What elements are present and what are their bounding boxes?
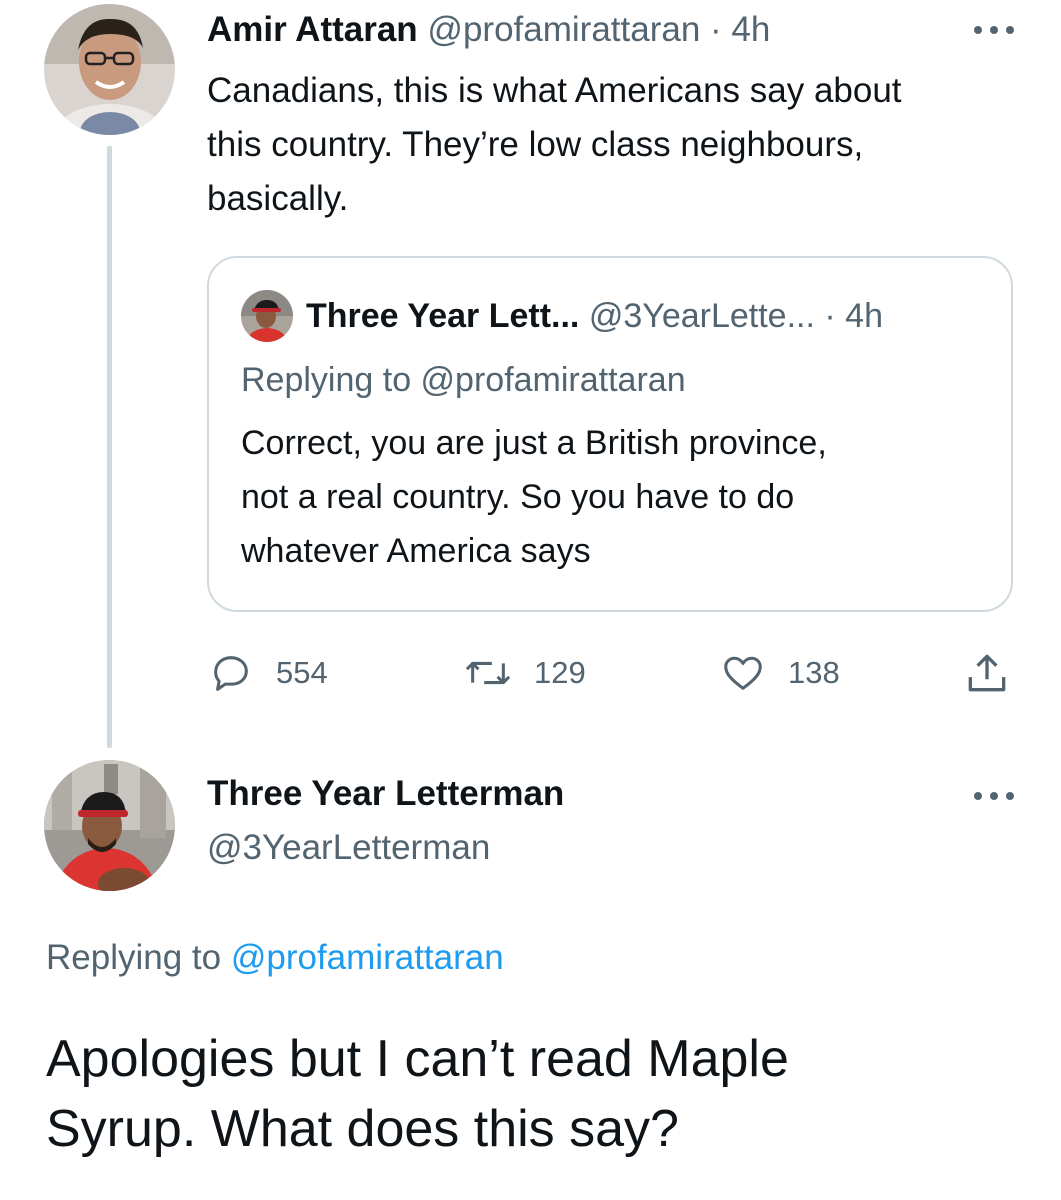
- quoted-tweet-text: Correct, you are just a British province…: [241, 424, 827, 570]
- share-button[interactable]: [962, 648, 1012, 698]
- quoted-author-handle: @3YearLette...: [588, 297, 815, 335]
- retweet-icon: [465, 661, 511, 685]
- reply-author-avatar[interactable]: [44, 760, 175, 891]
- quoted-avatar-image: [241, 290, 293, 342]
- replying-to-label: Replying to: [46, 938, 222, 977]
- thread-connector-line: [107, 146, 112, 748]
- quoted-tweet-header: Three Year Lett... @3YearLette... · 4h: [306, 294, 883, 338]
- author-avatar[interactable]: [44, 4, 175, 135]
- replying-to-line: Replying to @profamirattaran: [46, 936, 504, 980]
- quoted-author-name: Three Year Lett...: [306, 297, 580, 335]
- author-name[interactable]: Amir Attaran: [207, 10, 418, 49]
- retweet-button[interactable]: 129: [462, 648, 586, 698]
- reply-count: 554: [276, 655, 328, 690]
- quoted-author-avatar: [241, 290, 293, 342]
- more-horizontal-icon[interactable]: [974, 790, 1014, 802]
- quoted-header-separator: ·: [824, 297, 836, 335]
- quoted-timestamp: 4h: [845, 297, 883, 335]
- like-button[interactable]: 138: [720, 648, 840, 698]
- replying-to-handle-link[interactable]: @profamirattaran: [231, 938, 504, 977]
- header-separator: ·: [710, 10, 722, 49]
- tweet-body-text: Canadians, this is what Americans say ab…: [207, 71, 902, 218]
- reply-author-name[interactable]: Three Year Letterman: [207, 772, 564, 816]
- more-horizontal-icon[interactable]: [974, 24, 1014, 36]
- tweet-header: Amir Attaran @profamirattaran · 4h: [207, 8, 770, 52]
- reply-button[interactable]: 554: [208, 648, 328, 698]
- author-avatar-image: [44, 4, 175, 135]
- tweet-timestamp[interactable]: 4h: [731, 10, 770, 49]
- retweet-count: 129: [534, 655, 586, 690]
- author-handle[interactable]: @profamirattaran: [427, 10, 700, 49]
- reply-avatar-image: [44, 760, 175, 891]
- heart-icon: [724, 656, 762, 690]
- reply-bubble-icon: [214, 656, 248, 691]
- reply-author-handle[interactable]: @3YearLetterman: [207, 826, 490, 870]
- reply-tweet-text: Apologies but I can’t read Maple Syrup. …: [46, 1030, 789, 1158]
- share-icon: [968, 654, 1006, 692]
- quoted-replying-to: Replying to @profamirattaran: [241, 361, 686, 399]
- like-count: 138: [788, 655, 840, 690]
